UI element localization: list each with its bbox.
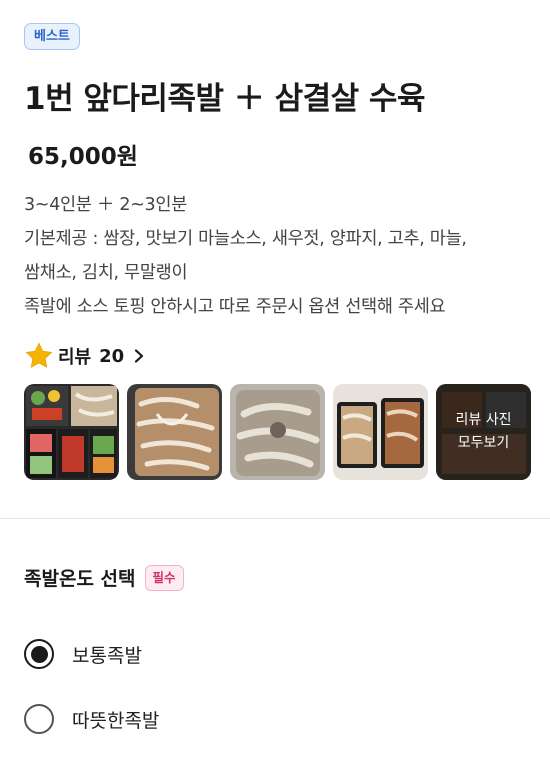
chevron-right-icon	[135, 349, 144, 363]
required-badge: 필수	[144, 564, 184, 591]
radio-unchecked-icon[interactable]	[24, 704, 54, 734]
view-all-overlay: 리뷰 사진 모두보기	[436, 384, 531, 480]
description-line: 쌈채소, 김치, 무말랭이	[24, 263, 188, 283]
option-label: 따뜻한족발	[72, 709, 160, 732]
review-link[interactable]: 리뷰 20	[24, 338, 146, 374]
description-line: 족발에 소스 토핑 안하시고 따로 주문시 옵션 선택해 주세요	[24, 297, 446, 317]
view-all-label: 모두보기	[457, 435, 510, 451]
review-photo-strip: 리뷰 사진 모두보기	[24, 384, 531, 480]
radio-checked-icon[interactable]	[24, 639, 54, 669]
description-line: 3~4인분 ＋ 2~3인분	[24, 195, 187, 215]
option-label: 보통족발	[72, 644, 142, 667]
review-label: 리뷰	[58, 347, 92, 368]
review-photo[interactable]	[333, 384, 428, 480]
option-warm-jokbal[interactable]: 따뜻한족발	[24, 704, 159, 734]
review-count: 20	[99, 345, 125, 367]
review-photos-view-all[interactable]: 리뷰 사진 모두보기	[436, 384, 531, 480]
best-badge: 베스트	[24, 23, 80, 50]
option-section-title: 족발온도 선택 필수	[24, 564, 184, 591]
review-photo[interactable]	[230, 384, 325, 480]
product-price: 65,000원	[28, 144, 138, 170]
star-icon	[25, 342, 53, 368]
option-title: 족발온도 선택	[24, 568, 136, 590]
product-title: 1번 앞다리족발 ＋ 삼결살 수육	[24, 81, 425, 117]
option-normal-jokbal[interactable]: 보통족발	[24, 639, 142, 669]
product-description: 3~4인분 ＋ 2~3인분 기본제공 : 쌈장, 맛보기 마늘소스, 새우젓, …	[24, 190, 534, 326]
view-all-label: 리뷰 사진	[455, 412, 512, 428]
review-photo[interactable]	[127, 384, 222, 480]
review-photo[interactable]	[24, 384, 119, 480]
section-divider	[0, 518, 550, 519]
description-line: 기본제공 : 쌈장, 맛보기 마늘소스, 새우젓, 양파지, 고추, 마늘,	[24, 229, 467, 249]
